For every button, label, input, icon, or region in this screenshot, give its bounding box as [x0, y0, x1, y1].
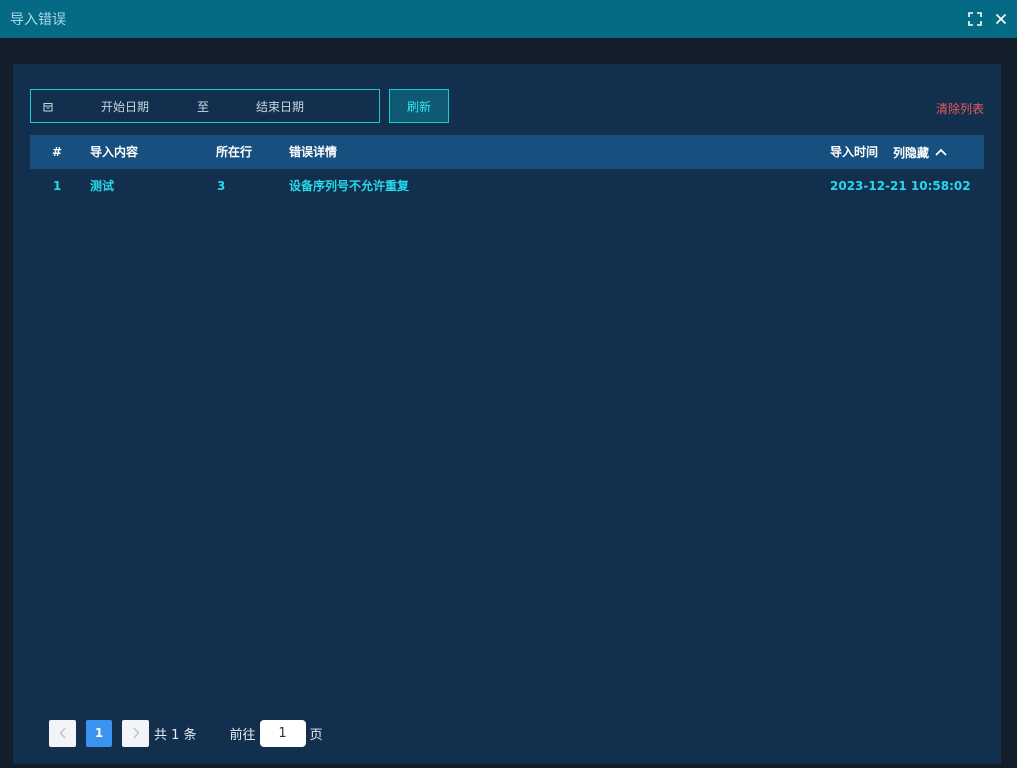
- table-header: # 导入内容 所在行 错误详情 导入时间 列隐藏: [30, 135, 984, 169]
- chevron-left-icon: [58, 727, 66, 739]
- total-count: 共 1 条: [154, 727, 197, 743]
- chevron-up-icon: [935, 145, 947, 159]
- header-time: 导入时间: [830, 145, 879, 159]
- column-hide-toggle[interactable]: 列隐藏: [893, 135, 947, 169]
- start-date-input[interactable]: 开始日期: [101, 98, 149, 115]
- window-titlebar: 导入错误: [0, 0, 1017, 38]
- page-unit-label: 页: [309, 727, 323, 743]
- date-range-separator: 至: [197, 99, 210, 114]
- header-index: #: [52, 145, 63, 159]
- date-range-picker[interactable]: 开始日期 至 结束日期: [30, 89, 380, 123]
- cell-index: 1: [53, 179, 62, 193]
- end-date-input[interactable]: 结束日期: [256, 98, 304, 115]
- fullscreen-icon[interactable]: [967, 11, 983, 27]
- calendar-icon: [43, 101, 53, 115]
- goto-label: 前往: [229, 727, 256, 743]
- header-content: 导入内容: [90, 145, 139, 159]
- goto-page-input[interactable]: [259, 719, 306, 747]
- main-panel: 开始日期 至 结束日期 刷新 清除列表 # 导入内容 所在行 错误详情 导入时间…: [13, 64, 1001, 764]
- table-row[interactable]: 1 测试 3 设备序列号不允许重复 2023-12-21 10:58:02: [30, 169, 984, 203]
- refresh-button[interactable]: 刷新: [389, 89, 449, 123]
- clear-list-button[interactable]: 清除列表: [936, 100, 984, 117]
- column-hide-label: 列隐藏: [893, 145, 930, 160]
- cell-detail: 设备序列号不允许重复: [289, 179, 410, 193]
- header-line: 所在行: [216, 145, 253, 159]
- window-title: 导入错误: [10, 12, 66, 28]
- cell-line: 3: [217, 179, 226, 193]
- pagination: 1 共 1 条 前往 页: [49, 719, 323, 747]
- page-number-active[interactable]: 1: [86, 719, 112, 747]
- next-page-button[interactable]: [122, 719, 149, 747]
- cell-time: 2023-12-21 10:58:02: [830, 179, 971, 193]
- chevron-right-icon: [132, 727, 140, 739]
- cell-content: 测试: [90, 179, 115, 193]
- window-actions: [967, 0, 1009, 38]
- close-icon[interactable]: [993, 11, 1009, 27]
- prev-page-button[interactable]: [49, 719, 76, 747]
- header-detail: 错误详情: [289, 145, 338, 159]
